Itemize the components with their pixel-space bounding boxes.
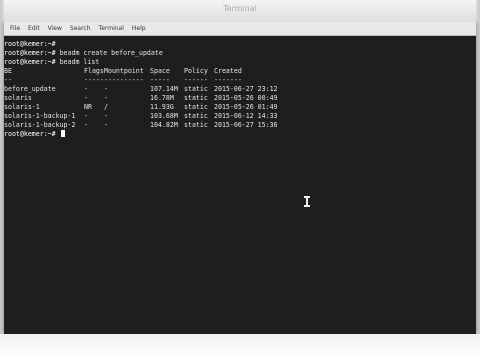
- cell-created: 2015-06-12 14:33: [214, 112, 278, 120]
- terminal-line: root@kemer:~# beadm list: [4, 58, 476, 67]
- command-text: beadm create before_update: [55, 49, 163, 57]
- menu-edit[interactable]: Edit: [24, 25, 44, 32]
- cell-mountpoint: -: [104, 112, 108, 120]
- divider-cell: ------: [184, 76, 208, 84]
- menu-help[interactable]: Help: [128, 25, 150, 32]
- cell-flags: -: [84, 94, 88, 102]
- cell-flags: -: [84, 121, 88, 129]
- cell-be: before_update: [4, 85, 56, 93]
- cell-space: 104.82M: [150, 121, 178, 129]
- terminal-output[interactable]: root@kemer:~# root@kemer:~# beadm create…: [4, 36, 476, 334]
- menu-terminal[interactable]: Terminal: [95, 25, 128, 32]
- menu-bar: File Edit View Search Terminal Help: [4, 22, 476, 36]
- table-row: solaris-1-backup-1 - - 103.68M static 20…: [4, 112, 476, 121]
- header-created: Created: [214, 67, 242, 75]
- table-row: solaris - - 16.78M static 2015-05-26 00:…: [4, 94, 476, 103]
- divider-cell: -----: [84, 76, 104, 84]
- table-row: before_update - - 107.14M static 2015-06…: [4, 85, 476, 94]
- cell-mountpoint: /: [104, 103, 108, 111]
- cell-created: 2015-05-26 01:49: [214, 103, 278, 111]
- shell-prompt: root@kemer:~#: [4, 58, 56, 66]
- cell-policy: static: [184, 103, 208, 111]
- table-divider: -- ----- ---------- ----- ------ -------: [4, 76, 476, 85]
- cell-mountpoint: -: [104, 85, 108, 93]
- header-be: BE: [4, 67, 12, 75]
- cell-space: 16.78M: [150, 94, 174, 102]
- text-cursor: [60, 130, 65, 137]
- table-header: BE Flags Mountpoint Space Policy Created: [4, 67, 476, 76]
- cell-be: solaris-1-backup-2: [4, 121, 76, 129]
- cell-policy: static: [184, 112, 208, 120]
- terminal-line: root@kemer:~#: [4, 40, 476, 49]
- command-text: beadm list: [55, 58, 100, 66]
- cell-be: solaris: [4, 94, 32, 102]
- cell-space: 107.14M: [150, 85, 178, 93]
- cell-be: solaris-1-backup-1: [4, 112, 76, 120]
- divider-cell: -------: [214, 76, 242, 84]
- menu-view[interactable]: View: [44, 25, 66, 32]
- cell-flags: -: [84, 85, 88, 93]
- cell-policy: static: [184, 94, 208, 102]
- terminal-line: root@kemer:~# beadm create before_update: [4, 49, 476, 58]
- cell-be: solaris-1: [4, 103, 40, 111]
- menu-file[interactable]: File: [6, 25, 24, 32]
- cell-flags: NR: [84, 103, 92, 111]
- cell-space: 103.68M: [150, 112, 178, 120]
- header-mountpoint: Mountpoint: [104, 67, 144, 75]
- header-space: Space: [150, 67, 170, 75]
- terminal-window: Terminal File Edit View Search Terminal …: [4, 0, 476, 334]
- cell-created: 2015-06-27 15:36: [214, 121, 278, 129]
- cell-flags: -: [84, 112, 88, 120]
- shell-prompt: root@kemer:~#: [4, 130, 56, 138]
- cell-space: 11.93G: [150, 103, 174, 111]
- header-flags: Flags: [84, 67, 104, 75]
- cell-mountpoint: -: [104, 94, 108, 102]
- cell-created: 2015-06-27 23:12: [214, 85, 278, 93]
- menu-search[interactable]: Search: [66, 25, 95, 32]
- cell-created: 2015-05-26 00:49: [214, 94, 278, 102]
- window-titlebar[interactable]: Terminal: [4, 0, 476, 23]
- cell-policy: static: [184, 121, 208, 129]
- cell-policy: static: [184, 85, 208, 93]
- mouse-ibeam-cursor-icon: [304, 196, 310, 207]
- shell-prompt: root@kemer:~#: [4, 49, 56, 57]
- divider-cell: ----------: [104, 76, 144, 84]
- header-policy: Policy: [184, 67, 208, 75]
- divider-cell: -----: [150, 76, 170, 84]
- window-title: Terminal: [223, 4, 257, 13]
- shell-prompt: root@kemer:~#: [4, 40, 56, 48]
- divider-cell: --: [4, 76, 12, 84]
- cell-mountpoint: -: [104, 121, 108, 129]
- desktop-bottom: [0, 334, 480, 360]
- table-row: solaris-1-backup-2 - - 104.82M static 20…: [4, 121, 476, 130]
- table-row: solaris-1 NR / 11.93G static 2015-05-26 …: [4, 103, 476, 112]
- terminal-line: root@kemer:~#: [4, 130, 476, 139]
